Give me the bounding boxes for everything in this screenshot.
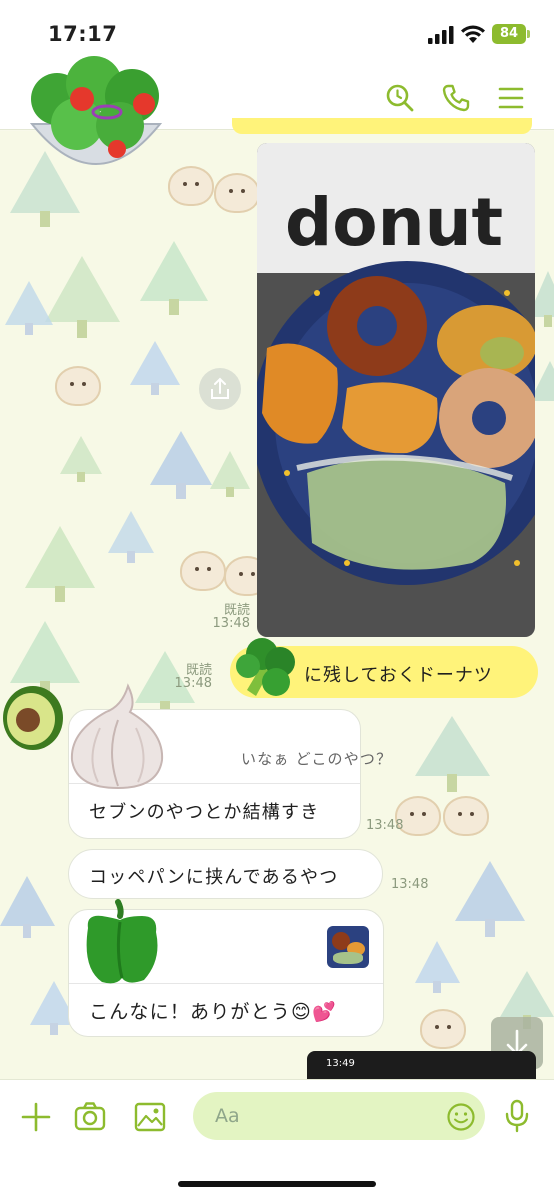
screenshot-preview[interactable]: 13:49 bbox=[307, 1051, 536, 1079]
critter-decoration bbox=[214, 173, 260, 213]
tree-decoration bbox=[130, 341, 180, 395]
message-input[interactable] bbox=[193, 1092, 485, 1140]
incoming-message-timestamp: 13:48 bbox=[391, 877, 429, 892]
battery-cap bbox=[527, 30, 530, 38]
incoming-message-text: コッペパンに挟んであるやつ bbox=[89, 867, 339, 888]
critter-decoration bbox=[420, 1009, 466, 1049]
donut-photo[interactable]: donut bbox=[257, 143, 535, 637]
critter-decoration bbox=[443, 796, 489, 836]
reply-text: セブンのやつとか結構すき bbox=[89, 802, 320, 823]
bag-print: donut bbox=[285, 184, 503, 261]
status-time: 17:17 bbox=[48, 22, 118, 46]
broccoli-sticker-icon bbox=[236, 638, 295, 696]
search-icon[interactable] bbox=[385, 83, 415, 113]
green-pepper-sticker-icon bbox=[86, 899, 158, 984]
tree-decoration bbox=[210, 451, 250, 497]
tree-decoration bbox=[455, 861, 525, 937]
tree-decoration bbox=[140, 241, 208, 315]
tree-decoration bbox=[150, 431, 212, 499]
home-indicator bbox=[178, 1181, 376, 1187]
camera-icon[interactable] bbox=[74, 1100, 106, 1132]
quoted-photo-thumbnail[interactable] bbox=[327, 926, 369, 968]
quoted-text: いなぁ どこのやつ？ bbox=[241, 750, 393, 768]
microphone-icon[interactable] bbox=[505, 1099, 529, 1133]
tree-decoration bbox=[60, 436, 102, 482]
photo-timestamp: 13:48 bbox=[212, 616, 250, 631]
donut-photo-image: donut bbox=[257, 143, 535, 637]
tree-decoration bbox=[5, 281, 53, 335]
critter-decoration bbox=[55, 366, 101, 406]
tree-decoration bbox=[415, 716, 490, 792]
garlic-sticker-icon bbox=[70, 683, 164, 790]
phone-icon[interactable] bbox=[441, 83, 471, 113]
battery-icon: 84 bbox=[492, 24, 526, 44]
menu-icon[interactable] bbox=[497, 83, 525, 113]
my-text-message-text: に残しておくドーナツ bbox=[304, 665, 493, 686]
critter-decoration bbox=[180, 551, 226, 591]
image-icon[interactable] bbox=[134, 1101, 166, 1133]
tree-decoration bbox=[108, 511, 154, 563]
share-button[interactable] bbox=[199, 368, 241, 410]
reply-timestamp: 13:48 bbox=[366, 818, 404, 833]
tree-decoration bbox=[45, 256, 120, 338]
incoming-message[interactable]: コッペパンに挟んであるやつ bbox=[68, 849, 383, 899]
tree-decoration bbox=[415, 941, 460, 993]
cellular-signal-icon bbox=[428, 26, 454, 44]
plus-icon[interactable] bbox=[20, 1101, 52, 1133]
salad-sticker-icon bbox=[29, 56, 163, 165]
emoji-icon[interactable] bbox=[446, 1102, 476, 1132]
share-icon bbox=[211, 377, 229, 399]
thanks-text: こんなに！ありがとう😊💕 bbox=[89, 1001, 337, 1023]
avocado-sticker-icon bbox=[3, 686, 63, 750]
wifi-icon bbox=[461, 25, 485, 43]
battery-level: 84 bbox=[499, 26, 519, 41]
preview-time: 13:49 bbox=[326, 1058, 355, 1069]
critter-decoration bbox=[168, 166, 214, 206]
tree-decoration bbox=[0, 876, 55, 938]
previous-message-bubble[interactable] bbox=[232, 118, 532, 134]
tree-decoration bbox=[25, 526, 95, 602]
